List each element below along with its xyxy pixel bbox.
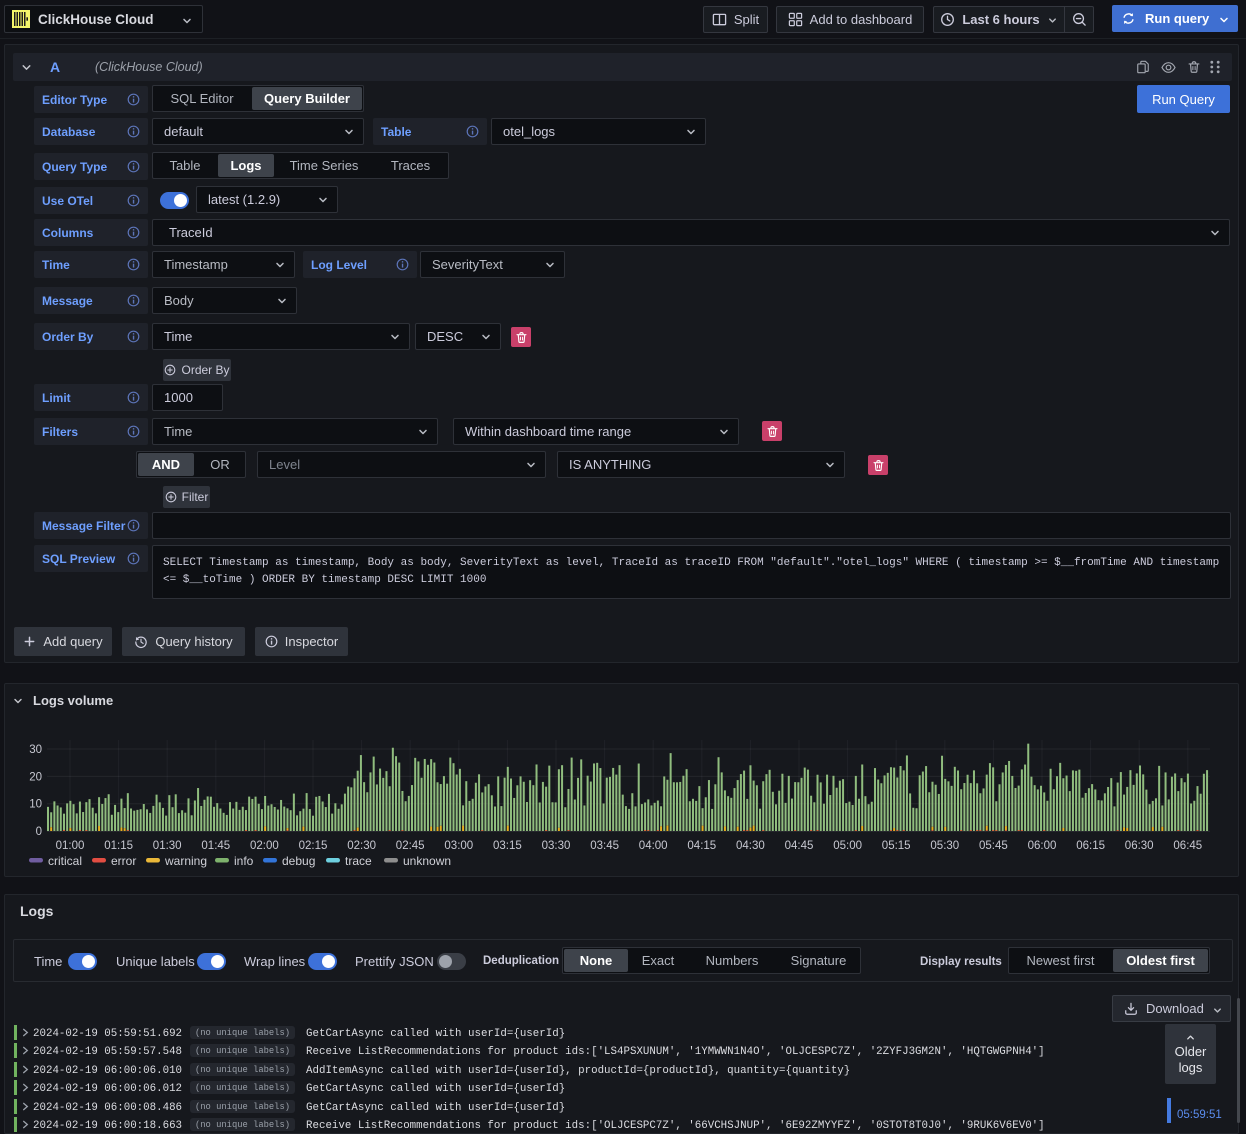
svg-text:debug: debug [282,854,315,868]
svg-text:02:15: 02:15 [299,840,328,852]
svg-text:01:15: 01:15 [104,840,133,852]
svg-text:02:00: 02:00 [250,840,279,852]
svg-text:unknown: unknown [403,854,451,868]
svg-text:06:00: 06:00 [1028,840,1057,852]
svg-text:03:15: 03:15 [493,840,522,852]
svg-text:10: 10 [29,799,42,811]
svg-text:04:45: 04:45 [785,840,814,852]
svg-text:01:00: 01:00 [56,840,85,852]
svg-text:01:30: 01:30 [153,840,182,852]
svg-text:0: 0 [36,826,42,838]
svg-text:04:30: 04:30 [736,840,765,852]
svg-text:04:15: 04:15 [687,840,716,852]
svg-text:02:30: 02:30 [347,840,376,852]
svg-text:info: info [234,854,254,868]
svg-text:04:00: 04:00 [639,840,668,852]
svg-text:02:45: 02:45 [396,840,425,852]
svg-text:error: error [111,854,136,868]
svg-text:01:45: 01:45 [201,840,230,852]
svg-text:20: 20 [29,771,42,783]
svg-text:05:15: 05:15 [882,840,911,852]
svg-text:03:00: 03:00 [444,840,473,852]
svg-text:06:15: 06:15 [1076,840,1105,852]
svg-text:06:45: 06:45 [1173,840,1202,852]
svg-text:03:30: 03:30 [542,840,571,852]
svg-text:06:30: 06:30 [1125,840,1154,852]
svg-text:trace: trace [345,854,372,868]
svg-text:05:45: 05:45 [979,840,1008,852]
svg-text:warning: warning [164,854,207,868]
svg-text:critical: critical [48,854,82,868]
svg-text:03:45: 03:45 [590,840,619,852]
svg-text:05:00: 05:00 [833,840,862,852]
svg-text:05:30: 05:30 [930,840,959,852]
svg-text:30: 30 [29,744,42,756]
